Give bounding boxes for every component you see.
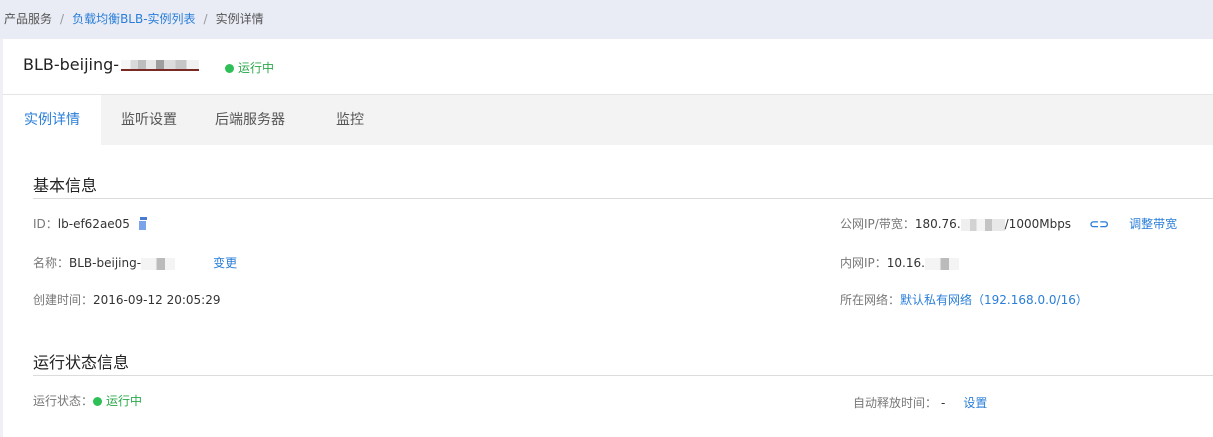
public-bandwidth: /1000Mbps (1004, 217, 1072, 231)
section-running-status-title: 运行状态信息 (33, 353, 130, 372)
adjust-bandwidth-link[interactable]: 调整带宽 (1129, 217, 1177, 231)
id-label: ID： (33, 217, 58, 231)
tab-instance-detail[interactable]: 实例详情 (3, 95, 101, 145)
breadcrumb-current: 实例详情 (215, 12, 264, 26)
link-icon[interactable]: ⊂⊃ (1089, 217, 1109, 231)
redacted-public-ip (960, 218, 1005, 231)
breadcrumb: 产品服务 / 负载均衡BLB-实例列表 / 实例详情 (0, 0, 1213, 39)
instance-status-text: 运行中 (238, 61, 275, 75)
created-label: 创建时间： (33, 293, 94, 307)
row-network: 所在网络：默认私有网络（192.168.0.0/16） (840, 291, 1088, 308)
name-value: BLB-beijing- (69, 256, 142, 270)
change-name-link[interactable]: 变更 (213, 256, 237, 270)
redacted-internal-ip (924, 257, 959, 270)
instance-title-text: BLB-beijing- (23, 55, 120, 74)
row-internal-ip: 内网IP：10.16. (840, 254, 959, 271)
breadcrumb-separator: / (203, 12, 208, 26)
row-name: 名称：BLB-beijing- 变更 (33, 254, 237, 271)
row-auto-release: 自动释放时间： - 设置 (853, 394, 987, 411)
row-created-time: 创建时间：2016-09-12 20:05:29 (33, 291, 220, 308)
copy-icon[interactable] (137, 217, 148, 231)
status-dot-icon (225, 63, 234, 73)
name-label: 名称： (33, 256, 70, 270)
tab-backend-servers[interactable]: 后端服务器 (197, 95, 303, 145)
instance-status: 运行中 (225, 59, 274, 76)
tab-bar: 实例详情 监听设置 后端服务器 监控 (3, 95, 1213, 145)
running-status-value: 运行中 (106, 394, 143, 408)
instance-title: BLB-beijing- (23, 55, 200, 74)
breadcrumb-separator: / (60, 12, 65, 26)
section-divider (33, 198, 1213, 199)
auto-release-label: 自动释放时间： (853, 396, 938, 410)
internal-ip-prefix: 10.16. (886, 256, 925, 270)
breadcrumb-instance-list[interactable]: 负载均衡BLB-实例列表 (72, 0, 195, 39)
tab-monitoring[interactable]: 监控 (313, 95, 387, 145)
status-dot-icon (93, 396, 103, 406)
breadcrumb-root[interactable]: 产品服务 (4, 0, 52, 39)
internal-ip-label: 内网IP： (840, 256, 887, 270)
row-public-ip: 公网IP/带宽：180.76. /1000Mbps ⊂⊃ 调整带宽 (840, 215, 1177, 232)
public-ip-label: 公网IP/带宽： (840, 217, 915, 231)
network-label: 所在网络： (840, 293, 901, 307)
page: 产品服务 / 负载均衡BLB-实例列表 / 实例详情 BLB-beijing- 运行中 … (0, 0, 1213, 437)
row-id: ID：lb-ef62ae05 (33, 215, 148, 232)
section-divider (33, 375, 1213, 376)
redacted-name (141, 257, 176, 270)
public-ip-prefix: 180.76. (914, 217, 961, 231)
instance-detail-card: BLB-beijing- 运行中 实例详情 监听设置 后端服务器 监控 基本信息… (3, 39, 1213, 437)
auto-release-value: - (941, 396, 946, 410)
instance-header: BLB-beijing- 运行中 (3, 39, 1213, 95)
id-value: lb-ef62ae05 (57, 217, 130, 231)
set-auto-release-link[interactable]: 设置 (963, 396, 987, 410)
created-value: 2016-09-12 20:05:29 (93, 293, 221, 307)
section-basic-info-title: 基本信息 (33, 176, 98, 195)
redacted-name-mosaic (121, 60, 200, 71)
network-link[interactable]: 默认私有网络（192.168.0.0/16） (900, 293, 1088, 307)
running-status-label: 运行状态： (33, 394, 94, 408)
row-running-status: 运行状态： 运行中 (33, 392, 142, 409)
tab-listener-settings[interactable]: 监听设置 (101, 95, 197, 145)
